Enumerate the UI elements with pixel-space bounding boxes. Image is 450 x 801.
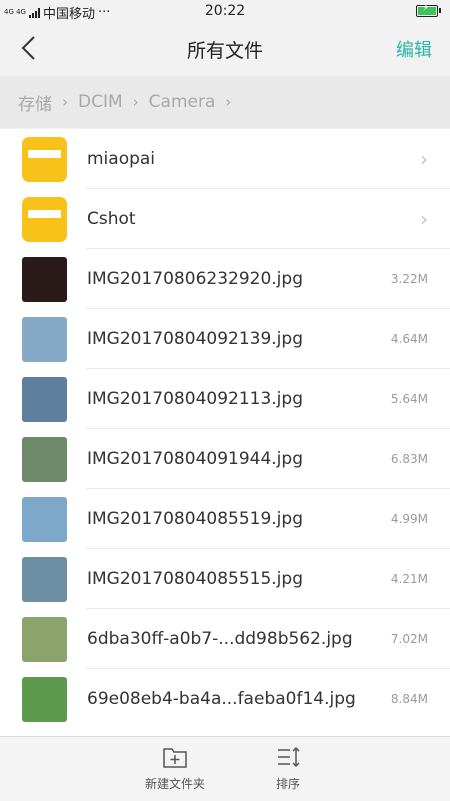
image-thumbnail [22, 496, 67, 542]
item-name: IMG20170804092139.jpg [87, 329, 303, 349]
item-size: 6.83M [390, 452, 428, 466]
folder-icon [22, 196, 67, 242]
title-bar: 所有文件 编辑 [0, 22, 450, 74]
item-name: Cshot [87, 209, 136, 229]
list-item[interactable]: Cshot › [0, 189, 450, 249]
list-item[interactable]: IMG20170804092113.jpg 5.64M [0, 369, 450, 429]
sort-label: 排序 [275, 777, 300, 791]
item-name: IMG20170804085515.jpg [87, 569, 303, 589]
chevron-right-icon: › [225, 93, 232, 111]
clock: 20:22 [204, 3, 246, 19]
breadcrumb-dcim[interactable]: DCIM [78, 92, 123, 112]
list-item[interactable]: 6dba30ff-a0b7-...dd98b562.jpg 7.02M [0, 609, 450, 669]
list-item[interactable]: IMG20170806232920.jpg 3.22M [0, 249, 450, 309]
item-name: 6dba30ff-a0b7-...dd98b562.jpg [87, 629, 353, 649]
item-name: miaopai [87, 149, 156, 169]
bottom-toolbar: 新建文件夹 排序 [0, 736, 450, 801]
breadcrumb: 存储 › DCIM › Camera › [0, 76, 450, 128]
item-name: IMG20170804091944.jpg [87, 449, 303, 469]
image-thumbnail [22, 316, 67, 362]
item-size: 8.84M [390, 692, 428, 706]
list-item[interactable]: IMG20170804085519.jpg 4.99M [0, 489, 450, 549]
list-item[interactable]: IMG20170804085515.jpg 4.21M [0, 549, 450, 609]
edit-button[interactable]: 编辑 [396, 36, 432, 62]
battery-icon: ⚡ [416, 3, 441, 17]
page-title: 所有文件 [186, 40, 263, 62]
breadcrumb-camera[interactable]: Camera [149, 92, 216, 112]
chevron-right-icon: › [62, 93, 68, 111]
item-name: IMG20170804092113.jpg [87, 389, 303, 409]
item-name: IMG20170804085519.jpg [87, 509, 303, 529]
item-size: 4.99M [390, 512, 428, 526]
chevron-right-icon: › [420, 147, 428, 171]
file-list: miaopai › Cshot › IMG20170806232920.jpg … [0, 129, 450, 736]
list-item[interactable]: miaopai › [0, 129, 450, 189]
image-thumbnail [22, 256, 67, 302]
chevron-right-icon: › [132, 93, 139, 111]
new-folder-button[interactable]: 新建文件夹 [125, 745, 225, 792]
chevron-right-icon: › [420, 207, 428, 231]
item-size: 3.22M [390, 272, 428, 286]
item-size: 4.21M [390, 572, 428, 586]
list-item[interactable]: IMG20170804092139.jpg 4.64M [0, 309, 450, 369]
breadcrumb-storage[interactable]: 存储 [18, 90, 52, 115]
item-name: IMG20170806232920.jpg [87, 269, 303, 289]
image-thumbnail [22, 556, 67, 602]
image-thumbnail [22, 676, 67, 722]
item-size: 7.02M [390, 632, 428, 646]
image-thumbnail [22, 616, 67, 662]
folder-icon [22, 136, 67, 182]
new-folder-icon [163, 748, 187, 768]
image-thumbnail [22, 376, 67, 422]
new-folder-label: 新建文件夹 [144, 777, 205, 791]
image-thumbnail [22, 436, 67, 482]
item-name: 69e08eb4-ba4a...faeba0f14.jpg [87, 689, 356, 709]
item-size: 5.64M [390, 392, 428, 406]
item-size: 4.64M [390, 332, 428, 346]
sort-icon [278, 746, 300, 768]
status-bar: 4G 4G 中国移动 ··· 20:22 ⚡ [0, 0, 450, 22]
sort-button[interactable]: 排序 [238, 745, 338, 792]
list-item[interactable]: IMG20170804091944.jpg 6.83M [0, 429, 450, 489]
list-item[interactable]: 69e08eb4-ba4a...faeba0f14.jpg 8.84M [0, 669, 450, 729]
